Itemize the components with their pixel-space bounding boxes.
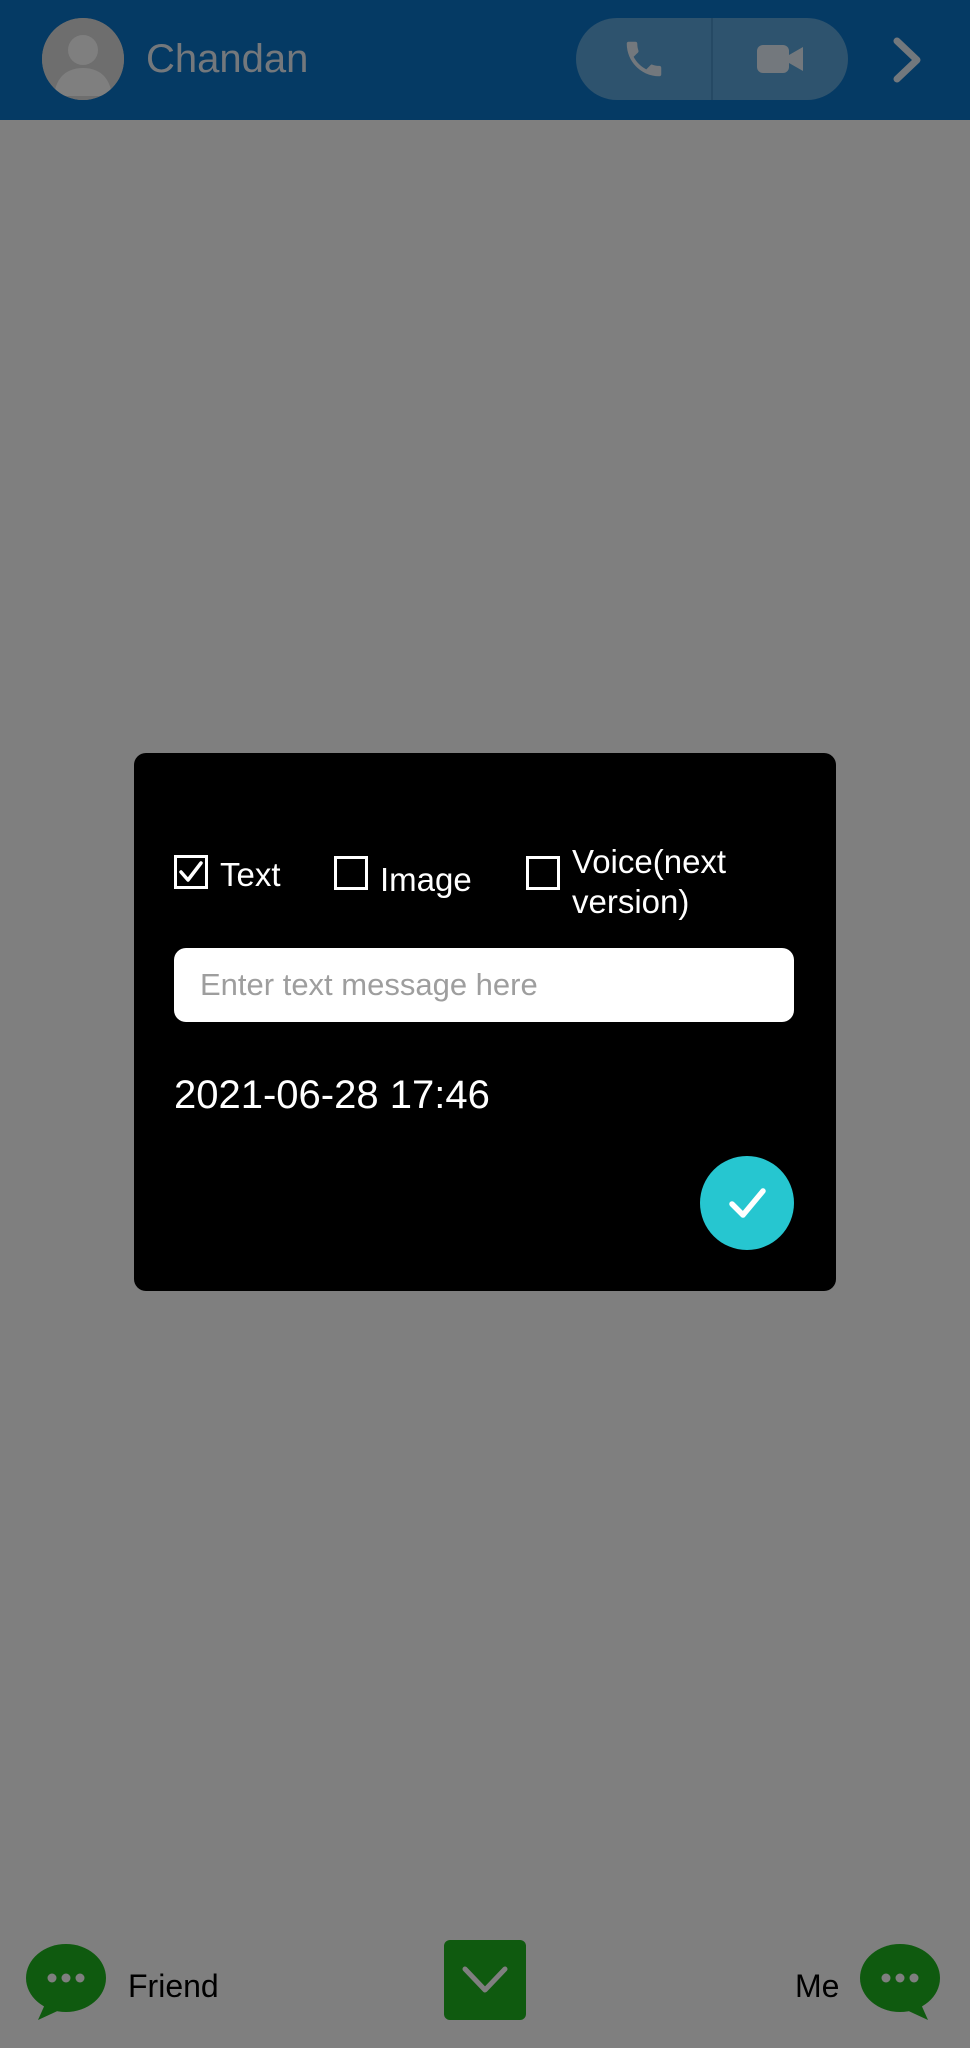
message-type-dialog: Text Image Voice(next version) 2021-06-2… [134, 753, 836, 1291]
option-voice[interactable]: Voice(next version) [526, 843, 762, 922]
checkmark-icon [179, 861, 203, 882]
option-image-label: Image [380, 861, 472, 898]
confirm-button[interactable] [700, 1156, 794, 1250]
message-text-input[interactable] [174, 948, 794, 1022]
schedule-datetime[interactable]: 2021-06-28 17:46 [174, 1071, 490, 1119]
text-checkbox[interactable] [174, 855, 208, 889]
option-voice-label: Voice(next version) [572, 843, 727, 920]
option-text[interactable]: Text [174, 855, 281, 895]
option-image[interactable]: Image [334, 856, 472, 900]
checkmark-icon [729, 1188, 766, 1218]
voice-checkbox[interactable] [526, 856, 560, 890]
option-text-label: Text [220, 856, 281, 893]
image-checkbox[interactable] [334, 856, 368, 890]
